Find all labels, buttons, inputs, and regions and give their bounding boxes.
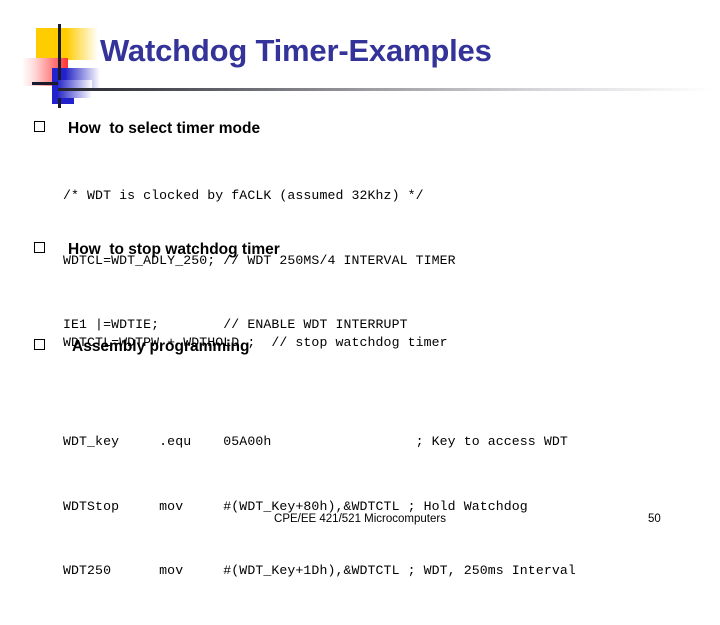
logo-yellow-square <box>36 28 66 60</box>
footer-course-label: CPE/EE 421/521 Microcomputers <box>274 513 446 525</box>
code-line: WDT_key .equ 05A00h ; Key to access WDT <box>63 434 568 449</box>
bullet-how-to-stop-watchdog-timer: How to stop watchdog timer <box>34 241 280 259</box>
square-bullet-icon <box>34 339 45 350</box>
code-block-assembly: WDT_key .equ 05A00h ; Key to access WDT … <box>63 388 576 625</box>
code-line: /* WDT is clocked by fACLK (assumed 32Kh… <box>63 188 424 203</box>
bullet-assembly-programming: Assembly programming <box>34 338 249 356</box>
square-bullet-icon <box>34 121 45 132</box>
bullet-heading-label: Assembly programming <box>72 338 250 355</box>
slide-canvas: Watchdog Timer-Examples How to select ti… <box>0 0 720 578</box>
square-bullet-icon <box>34 242 45 253</box>
bullet-how-to-select-timer-mode: How to select timer mode <box>34 120 260 138</box>
code-line: WDT250 mov #(WDT_Key+1Dh),&WDTCTL ; WDT,… <box>63 563 576 578</box>
bullet-heading-label: How to stop watchdog timer <box>68 241 280 258</box>
page-title: Watchdog Timer-Examples <box>100 33 492 68</box>
logo-yellow-gradient <box>66 28 98 60</box>
bullet-heading-label: How to select timer mode <box>68 120 261 137</box>
title-divider-rule <box>58 88 714 91</box>
page-number: 50 <box>648 513 661 525</box>
